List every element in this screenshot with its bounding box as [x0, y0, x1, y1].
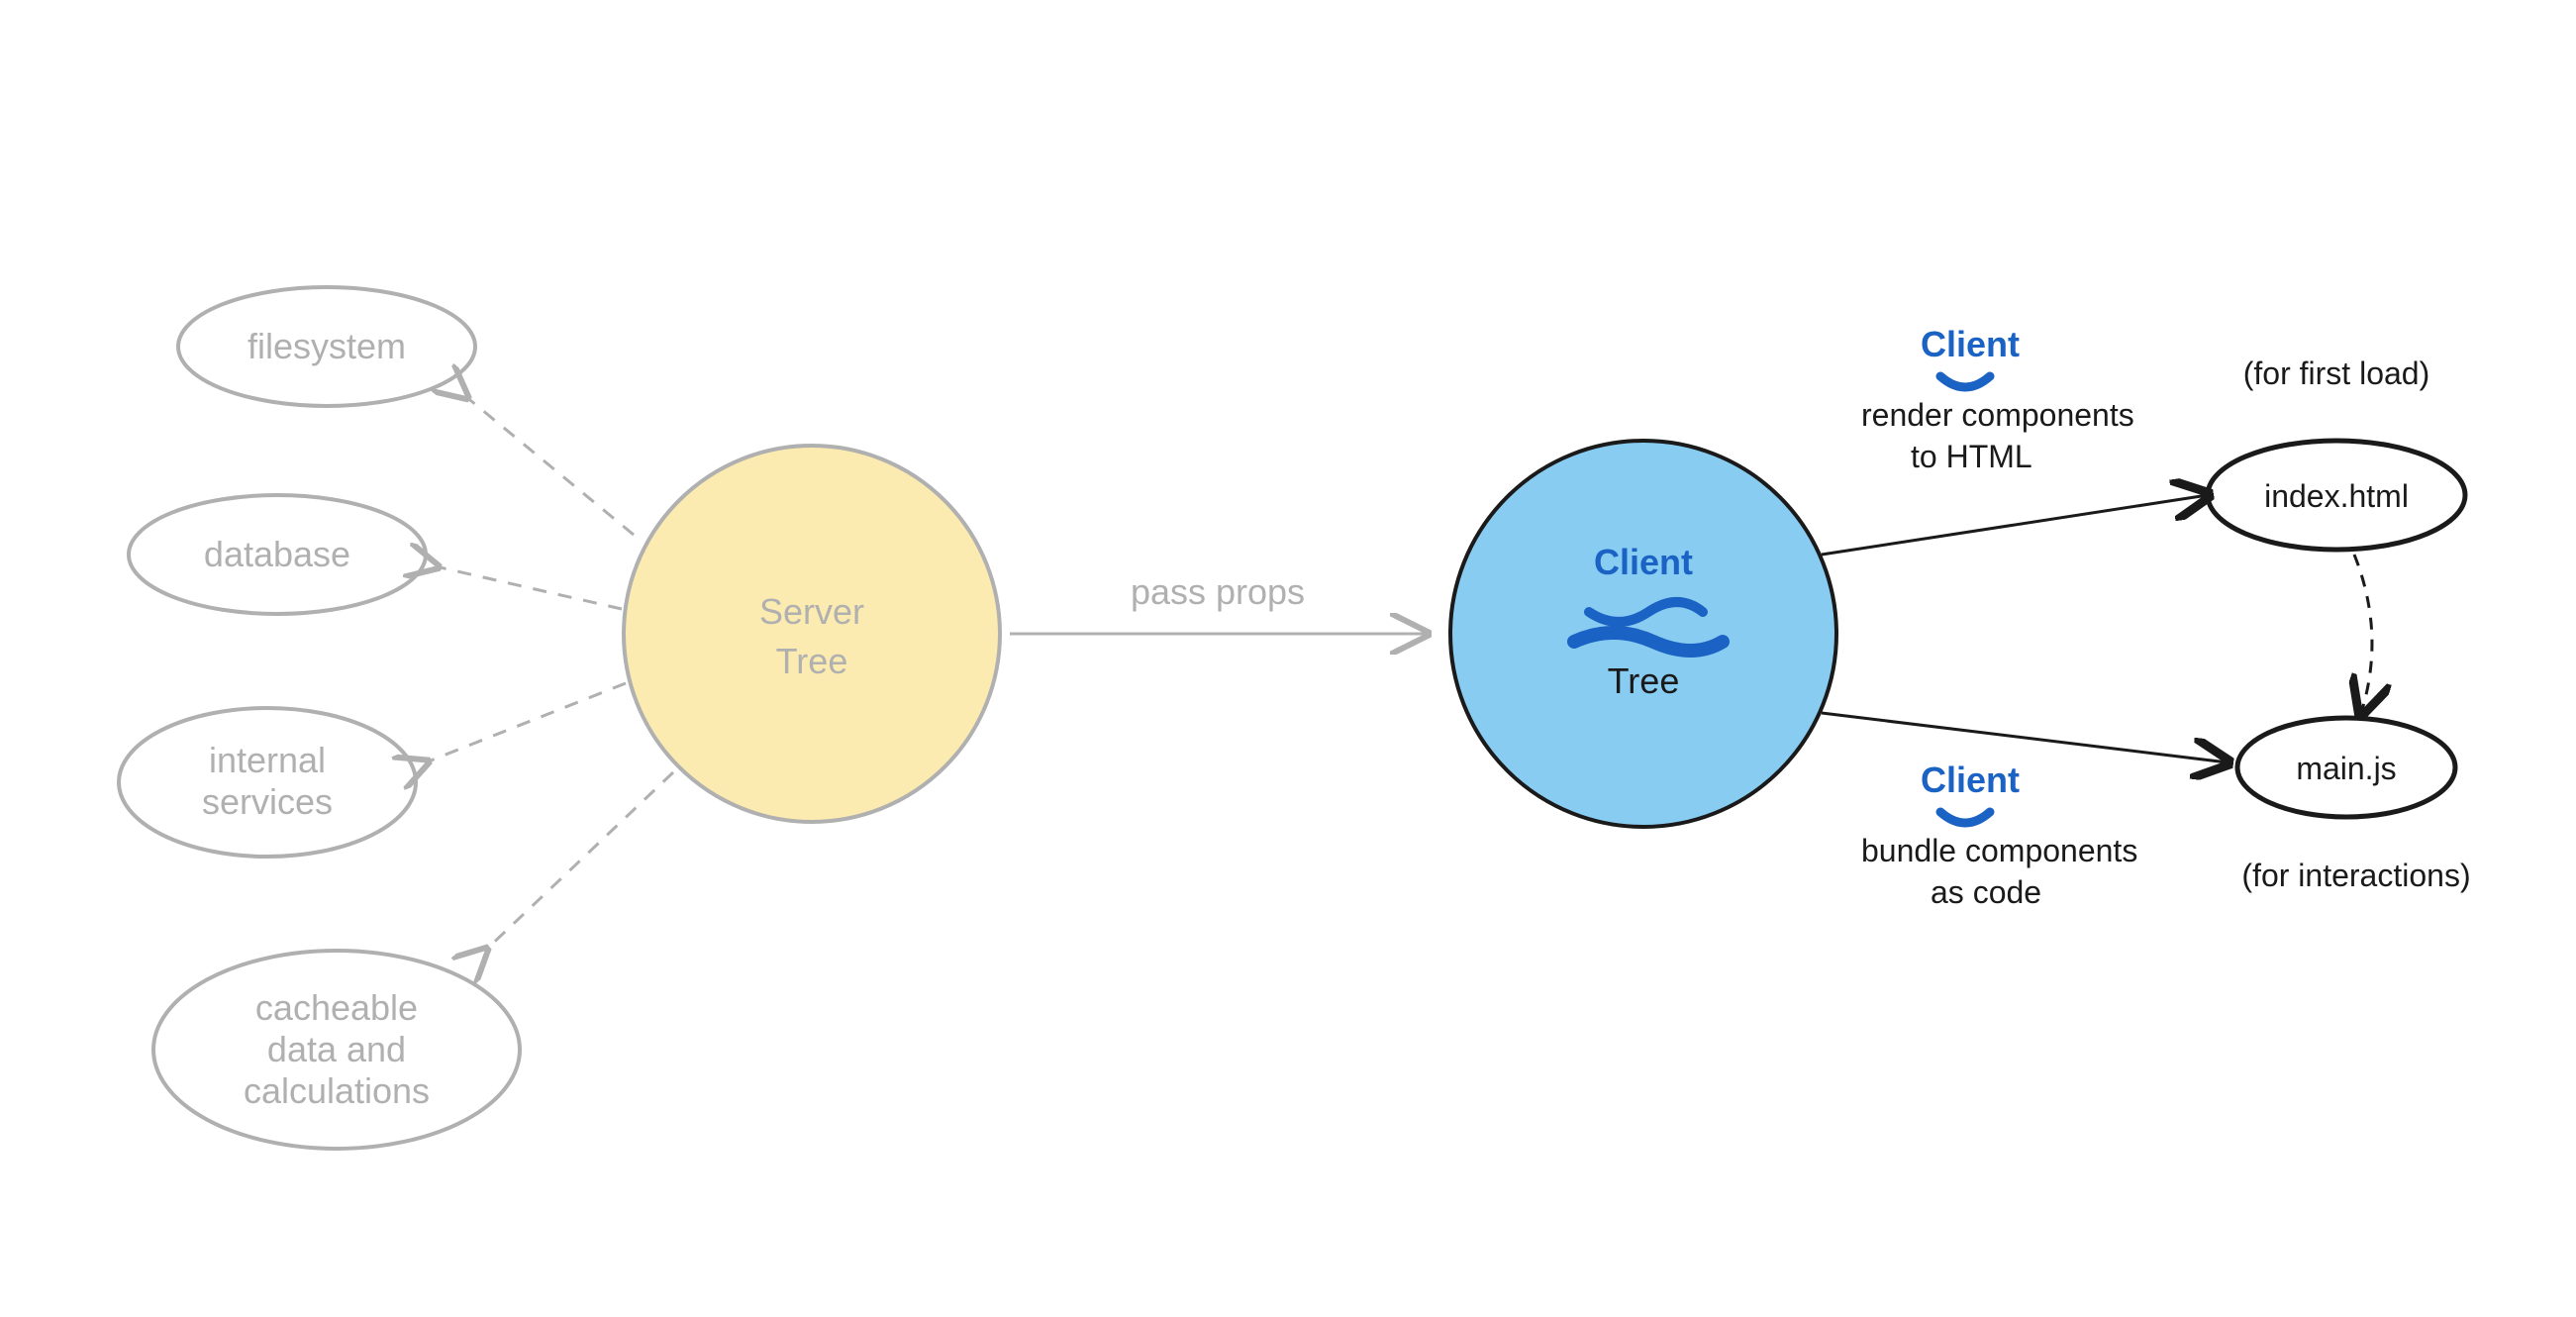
- source-internal-services-label-2: services: [202, 781, 333, 822]
- diagram-canvas: Server Tree filesystem database internal…: [0, 0, 2576, 1317]
- source-cacheable-label-1: cacheable: [255, 987, 418, 1028]
- server-tree-label-1: Server: [759, 591, 864, 632]
- output-index-html: index.html: [2208, 441, 2465, 550]
- arrow-client-to-index: [1822, 495, 2208, 555]
- render-branch-label: Client render components to HTML: [1861, 324, 2134, 474]
- arrow-index-to-main: [2354, 555, 2372, 713]
- render-line1: render components: [1861, 397, 2134, 433]
- bundle-branch-label: Client bundle components as code: [1861, 760, 2137, 910]
- client-tree-node: Client Tree: [1450, 441, 1836, 827]
- pass-props-label: pass props: [1131, 571, 1305, 612]
- render-line2: to HTML: [1911, 439, 2032, 474]
- index-html-label: index.html: [2264, 478, 2409, 514]
- source-cacheable-label-2: data and: [267, 1029, 406, 1069]
- arrow-server-to-internal: [426, 683, 626, 762]
- source-filesystem-label: filesystem: [248, 326, 406, 366]
- scribble-icon: [1940, 376, 1990, 387]
- client-tree-annotation: Client: [1594, 542, 1693, 582]
- main-js-note: (for interactions): [2241, 858, 2470, 893]
- bundle-line1: bundle components: [1861, 833, 2137, 868]
- client-tree-label-2: Tree: [1608, 660, 1680, 701]
- arrow-client-to-mainjs: [1822, 713, 2228, 762]
- arrow-server-to-cacheable: [485, 772, 673, 951]
- bundle-line2: as code: [1931, 874, 2041, 910]
- server-tree-node: Server Tree: [624, 446, 1000, 822]
- arrow-server-to-database: [436, 566, 622, 609]
- source-cacheable: cacheable data and calculations: [153, 951, 520, 1149]
- source-database-label: database: [204, 534, 350, 574]
- output-main-js: main.js: [2237, 718, 2455, 817]
- render-annotation: Client: [1921, 324, 2020, 364]
- source-internal-services: internal services: [119, 708, 416, 857]
- source-internal-services-label-1: internal: [209, 740, 326, 780]
- source-filesystem: filesystem: [178, 287, 475, 406]
- source-cacheable-label-3: calculations: [244, 1070, 430, 1111]
- source-database: database: [129, 495, 426, 614]
- bundle-annotation: Client: [1921, 760, 2020, 800]
- index-html-note: (for first load): [2243, 355, 2429, 391]
- arrow-server-to-filesystem: [465, 396, 634, 535]
- main-js-label: main.js: [2296, 751, 2396, 786]
- server-tree-label-2: Tree: [776, 641, 848, 681]
- scribble-icon: [1940, 812, 1990, 823]
